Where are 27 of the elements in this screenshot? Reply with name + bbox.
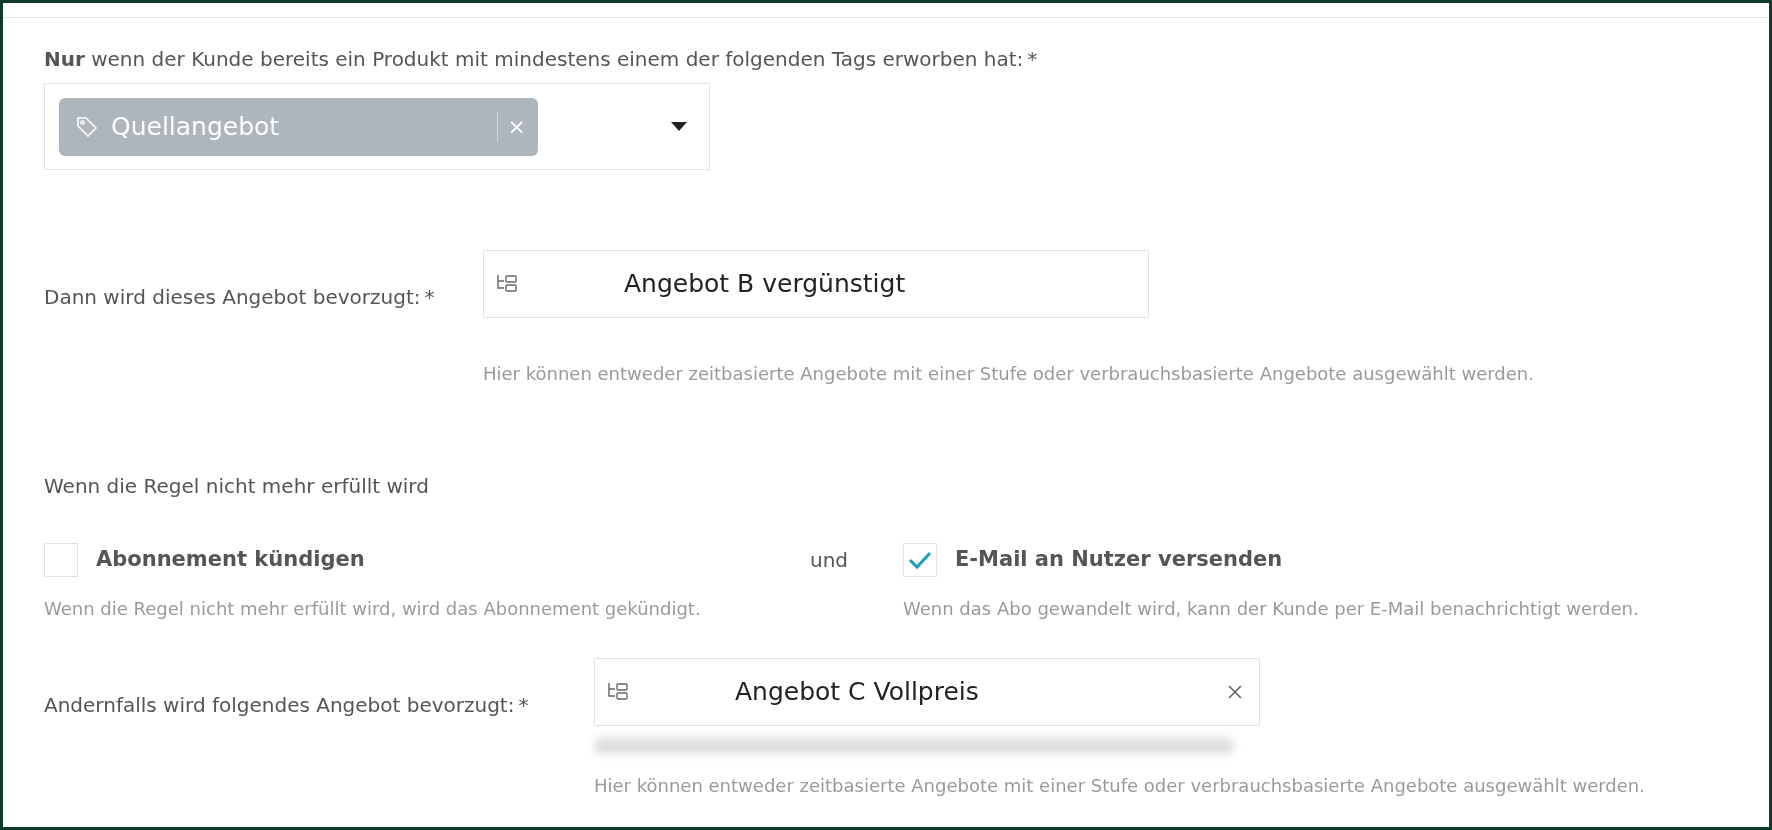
required-mark: * — [518, 692, 529, 719]
tag-icon — [75, 114, 99, 139]
help-text: Hier können entweder zeitbasierte Angebote mit einer Stufe oder verbrauchsbasierte Angebote ausgewählt werden. — [483, 363, 1534, 384]
checkbox[interactable] — [44, 543, 78, 577]
connector-text: und — [810, 547, 849, 574]
help-text: Hier können entweder zeitbasierte Angebote mit einer Stufe oder verbrauchsbasierte Angebote ausgewählt werden. — [594, 775, 1645, 796]
selected-offer: Angebot C Vollpreis — [735, 676, 979, 709]
condition-label: Nur wenn der Kunde bereits ein Produkt mit mindestens einem der folgenden Tags erworben hat: — [44, 46, 1024, 73]
field-label: Andernfalls wird folgendes Angebot bevorzugt: — [44, 692, 515, 719]
checkmark-icon — [907, 550, 933, 570]
selected-offer: Angebot B vergünstigt — [624, 268, 906, 301]
required-mark: * — [424, 284, 435, 311]
offer-select[interactable]: Angebot B vergünstigt — [483, 250, 1149, 318]
tag-label: Quellangebot — [111, 110, 280, 143]
offer-select[interactable]: Angebot C Vollpreis — [594, 658, 1260, 726]
dropdown-caret-icon[interactable] — [671, 121, 687, 132]
checkbox-label: E-Mail an Nutzer versenden — [955, 546, 1283, 574]
help-text: Wenn die Regel nicht mehr erfüllt wird, wird das Abonnement gekündigt. — [44, 598, 701, 619]
help-text: Wenn das Abo gewandelt wird, kann der Kunde per E-Mail benachrichtigt werden. — [903, 598, 1639, 619]
section-heading: Wenn die Regel nicht mehr erfüllt wird — [44, 474, 429, 498]
hierarchy-icon — [607, 681, 631, 703]
hierarchy-icon — [496, 273, 520, 295]
clear-icon[interactable] — [1227, 684, 1243, 700]
checkbox[interactable] — [903, 543, 937, 577]
checkbox-label: Abonnement kündigen — [96, 546, 365, 574]
required-mark: * — [1027, 46, 1038, 73]
field-label: Dann wird dieses Angebot bevorzugt: — [44, 284, 421, 311]
